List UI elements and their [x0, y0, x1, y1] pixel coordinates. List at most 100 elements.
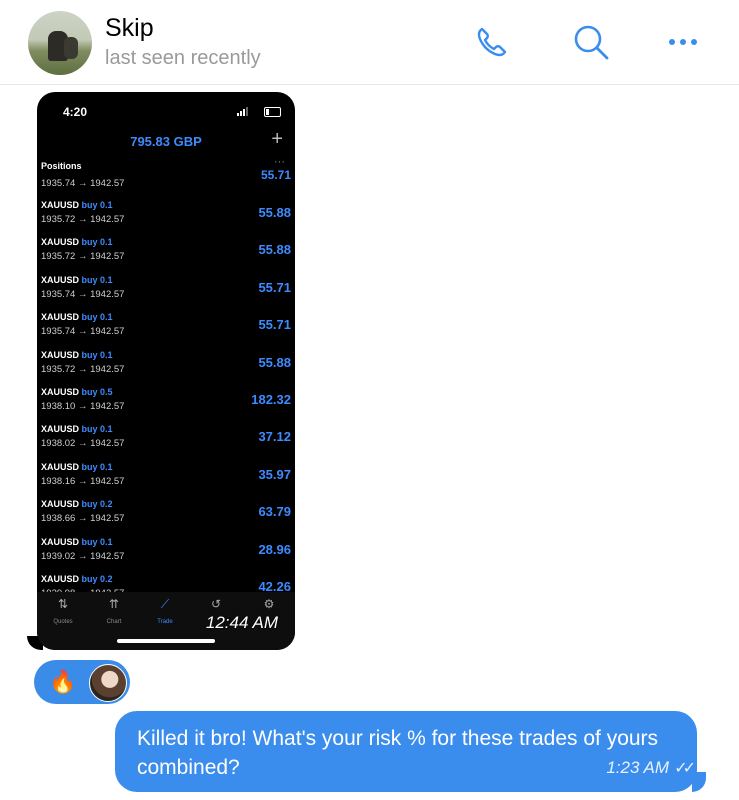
history-icon: ↺: [210, 597, 222, 611]
position-prices: 1939.02 → 1942.57: [41, 550, 125, 562]
trade-icon: ⟋: [160, 597, 170, 611]
position-prices: 1935.72 → 1942.57: [41, 363, 125, 375]
position-prices: 1938.66 → 1942.57: [41, 513, 125, 525]
symbol-text: XAUUSD: [41, 274, 80, 285]
position-profit: 55.88: [258, 354, 291, 370]
symbol-text: XAUUSD: [41, 387, 80, 397]
symbol-text: XAUUSD: [41, 536, 80, 547]
position-profit: 28.96: [258, 541, 291, 557]
order-side: buy 0.2: [81, 574, 113, 584]
read-checkmarks-icon: ✓✓: [674, 760, 696, 777]
order-side: buy 0.1: [81, 200, 113, 210]
position-symbol: XAUUSD buy 0.1: [41, 312, 113, 322]
symbol-text: XAUUSD: [41, 200, 80, 210]
outgoing-message-time: 1:23 AM: [606, 758, 669, 777]
position-prices: 1935.74 → 1942.57: [41, 326, 125, 338]
position-profit: 55.71: [258, 317, 291, 333]
settings-icon: ⚙: [263, 597, 275, 611]
symbol-text: XAUUSD: [41, 312, 80, 323]
position-symbol: XAUUSD buy 0.2: [41, 574, 113, 584]
symbol-text: XAUUSD: [41, 461, 80, 472]
position-prices: 1935.74 → 1942.57: [41, 178, 125, 189]
position-profit: 37.12: [258, 429, 291, 445]
position-symbol: XAUUSD buy 0.5: [41, 387, 113, 397]
tab-label: Trade: [157, 619, 173, 625]
position-prices: 1935.74 → 1942.57: [41, 288, 125, 300]
position-symbol: XAUUSD buy 0.1: [41, 350, 113, 360]
position-symbol: XAUUSD buy 0.1: [41, 200, 113, 210]
symbol-text: XAUUSD: [41, 349, 80, 360]
position-row: XAUUSD buy 0.1 1935.74 → 1942.57 55.71: [37, 312, 295, 349]
position-profit: 63.79: [258, 504, 291, 520]
position-prices: 1938.02 → 1942.57: [41, 438, 125, 450]
more-icon[interactable]: [662, 20, 706, 64]
status-time: 4:20: [63, 105, 88, 119]
chat-header: Skip last seen recently: [0, 0, 739, 85]
position-row: XAUUSD buy 0.1 1935.72 → 1942.57 55.88: [37, 237, 295, 274]
position-row: XAUUSD buy 0.2 1938.66 → 1942.57 63.79: [37, 499, 295, 536]
contact-status: last seen recently: [105, 47, 261, 69]
search-icon[interactable]: [569, 20, 613, 64]
position-row: XAUUSD buy 0.1 1939.02 → 1942.57 28.96: [37, 537, 295, 574]
contact-avatar[interactable]: [28, 11, 92, 75]
add-order-icon: +: [271, 128, 283, 150]
position-profit: 35.97: [258, 466, 291, 482]
position-prices: 1938.10 → 1942.57: [41, 401, 125, 412]
reactor-avatar[interactable]: [89, 664, 127, 702]
position-prices: 1935.72 → 1942.57: [41, 214, 125, 225]
tab-label: Quotes: [53, 619, 73, 625]
symbol-text: XAUUSD: [41, 574, 80, 584]
tab-trade: ⟋ Trade: [139, 597, 191, 625]
order-side: buy 0.1: [81, 274, 113, 285]
order-side: buy 0.1: [81, 461, 113, 472]
account-balance: 795.83 GBP: [130, 134, 202, 149]
signal-icon: [237, 106, 249, 116]
order-side: buy 0.5: [81, 387, 113, 397]
home-indicator: [117, 639, 215, 643]
position-row: XAUUSD buy 0.1 1935.72 → 1942.57 55.88: [37, 200, 295, 237]
order-side: buy 0.1: [81, 536, 113, 547]
position-row: XAUUSD buy 0.1 1935.74 → 1942.57 55.71: [37, 275, 295, 312]
quotes-icon: ⇅: [57, 597, 69, 611]
status-icons: [237, 106, 281, 117]
position-prices: 1938.16 → 1942.57: [41, 475, 125, 487]
order-side: buy 0.1: [81, 349, 113, 360]
chart-icon: ⇈: [108, 597, 120, 611]
position-row: XAUUSD buy 0.1 1938.02 → 1942.57 37.12: [37, 424, 295, 461]
position-profit: 55.71: [258, 279, 291, 295]
tab-label: Chart: [106, 619, 122, 625]
more-dots-icon: ···: [274, 156, 285, 168]
position-symbol: XAUUSD buy 0.1: [41, 537, 113, 547]
position-profit: 55.88: [258, 205, 291, 220]
position-row: XAUUSD buy 0.1 1935.72 → 1942.57 55.88: [37, 350, 295, 387]
position-profit: 55.88: [258, 242, 291, 258]
position-symbol: XAUUSD buy 0.1: [41, 424, 113, 434]
position-profit: 55.71: [260, 168, 291, 182]
screenshot-message[interactable]: 4:20 795.83 GBP + Positions ··· 55.71 19…: [37, 92, 295, 650]
positions-label: Positions: [41, 161, 82, 171]
reactions-pill[interactable]: 🔥: [34, 660, 130, 704]
tab-quotes: ⇅ Quotes: [37, 597, 89, 625]
outgoing-bubble-tail: [692, 772, 706, 792]
position-symbol: XAUUSD buy 0.1: [41, 275, 113, 285]
phone-icon[interactable]: [470, 20, 514, 64]
order-side: buy 0.2: [81, 499, 113, 510]
position-symbol: XAUUSD buy 0.1: [41, 462, 113, 472]
fire-emoji[interactable]: 🔥: [49, 668, 76, 696]
outgoing-message[interactable]: Killed it bro! What's your risk % for th…: [115, 711, 697, 792]
battery-icon: [264, 107, 281, 117]
order-side: buy 0.1: [81, 237, 113, 248]
position-row: XAUUSD buy 0.1 1938.16 → 1942.57 35.97: [37, 462, 295, 499]
order-side: buy 0.1: [81, 424, 113, 435]
symbol-text: XAUUSD: [41, 424, 80, 435]
position-row: XAUUSD buy 0.5 1938.10 → 1942.57 182.32: [37, 387, 295, 424]
position-symbol: XAUUSD buy 0.2: [41, 499, 113, 509]
position-prices: 1935.72 → 1942.57: [41, 251, 125, 263]
message-time: 12:44 AM: [205, 613, 278, 632]
order-side: buy 0.1: [81, 312, 113, 323]
outgoing-message-text: Killed it bro! What's your risk % for th…: [137, 727, 659, 779]
symbol-text: XAUUSD: [41, 499, 80, 510]
position-symbol: XAUUSD buy 0.1: [41, 237, 113, 247]
contact-name[interactable]: Skip: [105, 14, 154, 43]
position-profit: 182.32: [251, 392, 291, 407]
